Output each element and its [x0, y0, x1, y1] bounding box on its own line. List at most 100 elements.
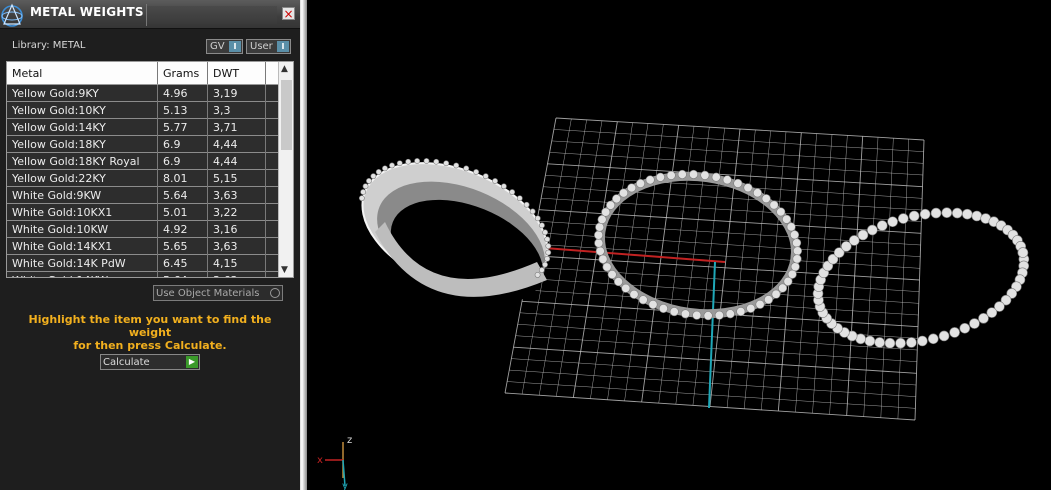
eternity-stone	[790, 262, 800, 272]
column-divider	[207, 238, 208, 255]
bead-stone	[941, 207, 953, 218]
table-row[interactable]: Yellow Gold:14KY 5.77 3,71	[7, 119, 278, 136]
dwt-cell: 4,44	[213, 138, 238, 151]
eternity-stone	[792, 238, 802, 248]
band-stone	[443, 160, 450, 167]
user-toggle[interactable]: User I	[246, 39, 291, 54]
column-header-dwt[interactable]: DWT	[213, 67, 239, 80]
scroll-thumb[interactable]	[281, 80, 292, 150]
table-row[interactable]: White Gold:14KX1 5.65 3,63	[7, 238, 278, 255]
user-toggle-label: User	[250, 41, 273, 52]
use-object-materials-radio[interactable]	[270, 288, 280, 298]
grams-cell: 5.64	[163, 189, 188, 202]
bead-stone	[848, 235, 860, 246]
title-drag-area[interactable]	[147, 6, 277, 24]
column-divider	[157, 187, 158, 204]
column-divider	[265, 119, 266, 136]
grams-cell: 5.64	[163, 274, 188, 277]
table-header: Metal Grams DWT	[7, 62, 278, 85]
band-ring-model[interactable]	[343, 138, 566, 325]
eternity-stone	[607, 269, 617, 279]
calculate-button[interactable]: Calculate ▶	[100, 354, 200, 370]
3d-viewport[interactable]: z x y	[307, 0, 1051, 490]
bead-stone	[897, 213, 909, 224]
gv-toggle[interactable]: GV I	[206, 39, 243, 54]
eternity-stone	[771, 289, 781, 299]
play-arrow-icon[interactable]: ▶	[186, 356, 198, 368]
column-divider	[207, 119, 208, 136]
close-button[interactable]: ×	[282, 7, 295, 20]
grams-cell: 5.65	[163, 240, 188, 253]
eternity-ring-model[interactable]	[591, 164, 804, 326]
bead-stone	[917, 335, 928, 347]
bead-stone	[864, 335, 876, 347]
eternity-stone	[790, 230, 800, 240]
table-row[interactable]: White Gold:9KW 5.64 3,63	[7, 187, 278, 204]
column-divider	[265, 102, 266, 119]
column-header-grams[interactable]: Grams	[163, 67, 199, 80]
table-row[interactable]: White Gold:10KX1 5.01 3,22	[7, 204, 278, 221]
column-divider	[207, 221, 208, 238]
band-stone	[473, 169, 480, 175]
column-header-metal[interactable]: Metal	[12, 67, 42, 80]
dwt-cell: 3,3	[213, 104, 231, 117]
eternity-stone	[786, 222, 796, 232]
dwt-cell: 5,15	[213, 172, 238, 185]
grid-line	[530, 255, 920, 281]
panel-resize-handle[interactable]	[300, 0, 307, 490]
eternity-stone	[606, 200, 616, 210]
metal-cell: White Gold:14K PdW	[12, 257, 126, 270]
eternity-stone	[689, 169, 699, 179]
metal-cell: Yellow Gold:9KY	[12, 87, 99, 100]
column-divider	[265, 153, 266, 170]
metal-weights-table: Metal Grams DWT Yellow Gold:9KY 4.96 3,19 Y…	[6, 61, 294, 278]
table-row[interactable]: White Gold:14KW 5.64 3,63	[7, 272, 278, 277]
column-divider	[157, 221, 158, 238]
eternity-stone	[595, 222, 605, 232]
user-toggle-switch-icon[interactable]: I	[277, 41, 289, 52]
eternity-stone	[700, 170, 710, 180]
metal-cell: Yellow Gold:18KY	[12, 138, 106, 151]
dwt-cell: 3,16	[213, 223, 238, 236]
band-stone	[539, 222, 545, 229]
band-stone	[545, 243, 552, 249]
metal-cell: White Gold:9KW	[12, 189, 102, 202]
axis-gizmo: z x y	[317, 435, 352, 490]
grid-line	[509, 369, 916, 397]
gv-toggle-switch-icon[interactable]: I	[229, 41, 241, 52]
scroll-up-icon[interactable]: ▲	[281, 64, 288, 74]
table-row[interactable]: Yellow Gold:10KY 5.13 3,3	[7, 102, 278, 119]
table-scrollbar[interactable]: ▲ ▼	[278, 62, 293, 277]
column-divider	[157, 85, 158, 102]
grid-line	[507, 381, 916, 409]
metal-cell: Yellow Gold:10KY	[12, 104, 106, 117]
column-divider	[157, 272, 158, 277]
table-row[interactable]: Yellow Gold:22KY 8.01 5,15	[7, 170, 278, 187]
bead-stone	[961, 208, 973, 220]
column-divider	[157, 255, 158, 272]
column-divider	[207, 153, 208, 170]
use-object-materials-option[interactable]: Use Object Materials	[153, 285, 283, 301]
table-row[interactable]: Yellow Gold:18KY Royal 6.9 4,44	[7, 153, 278, 170]
column-divider	[265, 62, 266, 84]
band-stone	[529, 208, 536, 215]
table-row[interactable]: Yellow Gold:9KY 4.96 3,19	[7, 85, 278, 102]
eternity-stone	[627, 183, 637, 193]
eternity-stone	[680, 309, 690, 319]
band-stone	[396, 160, 403, 167]
band-stone	[544, 255, 551, 262]
band-stone	[542, 229, 549, 236]
band-stone	[523, 201, 530, 208]
table-row[interactable]: Yellow Gold:18KY 6.9 4,44	[7, 136, 278, 153]
eternity-stone	[692, 310, 702, 320]
column-divider	[207, 136, 208, 153]
grams-cell: 4.96	[163, 87, 188, 100]
table-row[interactable]: White Gold:10KW 4.92 3,16	[7, 221, 278, 238]
eternity-stone	[648, 300, 658, 310]
table-row[interactable]: White Gold:14K PdW 6.45 4,15	[7, 255, 278, 272]
eternity-stone	[636, 178, 646, 188]
scroll-down-icon[interactable]: ▼	[281, 265, 288, 275]
band-stone	[538, 267, 545, 273]
grid-line	[726, 129, 756, 408]
band-stone	[366, 178, 372, 184]
